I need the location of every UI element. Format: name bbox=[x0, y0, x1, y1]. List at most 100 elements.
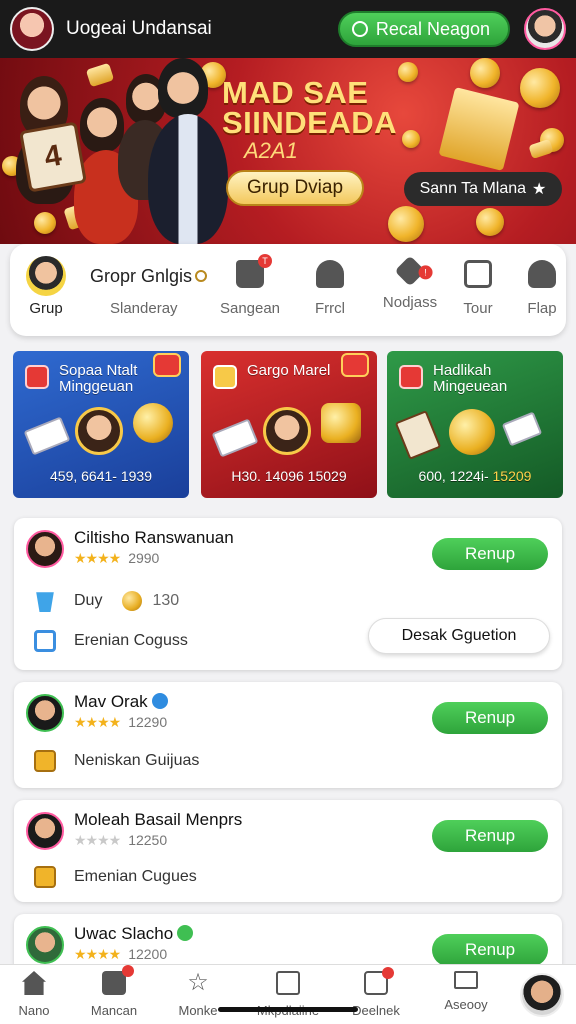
promo-card-1[interactable]: Sopaa Ntalt Minggeuan 459, 6641- 1939 bbox=[13, 351, 189, 498]
treasure-chest-icon bbox=[34, 866, 56, 888]
promo-numbers: 600, 1224i- 15209 bbox=[418, 468, 532, 484]
calendar-icon bbox=[102, 965, 134, 995]
profile-avatar[interactable] bbox=[520, 973, 564, 1017]
verified-icon bbox=[151, 693, 168, 709]
gold-pot-icon bbox=[449, 409, 495, 455]
list-item[interactable]: Mav Orak ★★★★ 12290 Renup Neniskan Guijua… bbox=[14, 682, 562, 788]
user-avatar bbox=[26, 812, 64, 850]
promo-logo-icon bbox=[213, 365, 237, 389]
info-label: Duy bbox=[74, 592, 103, 609]
nav-label: Aseooy bbox=[444, 997, 488, 1012]
rating-stars: ★★★★ 2990 bbox=[74, 550, 160, 566]
info-label: Neniskan Guijuas bbox=[74, 752, 200, 769]
list-item[interactable]: Ciltisho Ranswanuan ★★★★ 2990 Renup Duy 1… bbox=[14, 518, 562, 670]
info-row: Emenian Cugues bbox=[34, 866, 197, 888]
promo-logo-icon bbox=[25, 365, 49, 389]
mahjong-tile-icon bbox=[211, 418, 259, 458]
desak-gguetion-button[interactable]: Desak Gguetion bbox=[368, 618, 550, 654]
renup-button[interactable]: Renup bbox=[432, 934, 548, 966]
category-sub-label[interactable]: Slanderay bbox=[110, 300, 178, 317]
notification-dot bbox=[122, 965, 134, 977]
list-item[interactable]: Moleah Basail Menprs ★★★★ 12250 Renup Eme… bbox=[14, 800, 562, 902]
user-icon bbox=[528, 260, 556, 288]
coin-ring-icon bbox=[195, 270, 208, 282]
info-row: Erenian Coguss bbox=[34, 630, 188, 652]
rating-stars: ★★★★ 12250 bbox=[74, 832, 168, 848]
calendar-icon bbox=[34, 630, 56, 652]
grup-dviap-button[interactable]: Grup Dviap bbox=[226, 170, 364, 206]
banner-subtitle: A2A1 bbox=[244, 138, 298, 163]
promo-title: Hadlikah Mingeuean bbox=[433, 362, 508, 395]
promo-card-3[interactable]: Hadlikah Mingeuean 600, 1224i- 15209 bbox=[387, 351, 563, 498]
user-name-row: Mav Orak bbox=[74, 692, 168, 712]
home-indicator[interactable] bbox=[218, 1007, 358, 1012]
renup-button[interactable]: Renup bbox=[432, 702, 548, 734]
grup-avatar bbox=[26, 256, 66, 296]
promo-logo-icon bbox=[399, 365, 423, 389]
bag-icon: T bbox=[236, 254, 272, 288]
refresh-icon bbox=[351, 21, 368, 37]
category-badge: T bbox=[258, 254, 272, 268]
user-name: Moleah Basail Menprs bbox=[74, 810, 243, 829]
nav-item-aseooy[interactable]: Aseooy bbox=[426, 971, 506, 1012]
promo-banner[interactable]: 4 MAD SAE SIINDEADA A2A1 Grup Dviap Sann… bbox=[0, 58, 576, 244]
user-avatar bbox=[26, 694, 64, 732]
host-avatar bbox=[75, 407, 123, 455]
nav-label: Mancan bbox=[90, 1003, 138, 1018]
gold-bar-icon bbox=[321, 403, 361, 443]
mahjong-tile: 4 bbox=[19, 121, 87, 193]
nav-item-nano[interactable]: Nano bbox=[0, 971, 74, 1018]
verified-icon bbox=[177, 925, 194, 941]
person-desk-icon bbox=[316, 260, 344, 288]
mahjong-tile-icon bbox=[23, 416, 71, 456]
star-icon: ☆ bbox=[187, 969, 209, 996]
nav-item-mancan[interactable]: Mancan bbox=[74, 965, 154, 1018]
recal-neagon-button[interactable]: Recal Neagon bbox=[337, 11, 510, 47]
user-avatar bbox=[26, 926, 64, 964]
promo-badge bbox=[153, 353, 181, 377]
renup-button[interactable]: Renup bbox=[432, 820, 548, 852]
promo-numbers: 459, 6641- 1939 bbox=[50, 468, 152, 484]
category-sangean[interactable]: T Sangean bbox=[210, 254, 290, 317]
promo-card-2[interactable]: Gargo Marel H30. 14096 15029 bbox=[201, 351, 377, 498]
category-label: Frrcl bbox=[315, 300, 345, 317]
banner-title-line2: SIINDEADA bbox=[222, 105, 398, 140]
app-title: Uogeai Undansai bbox=[66, 18, 212, 39]
profile-avatar[interactable] bbox=[10, 7, 54, 51]
banner-title: MAD SAE SIINDEADA bbox=[222, 75, 398, 140]
user-avatar[interactable] bbox=[524, 8, 566, 50]
category-grup[interactable]: Grup bbox=[24, 256, 68, 317]
renup-button[interactable]: Renup bbox=[432, 538, 548, 570]
cup-icon bbox=[36, 592, 54, 612]
gold-box-icon bbox=[34, 750, 56, 772]
briefcase-icon bbox=[364, 967, 394, 995]
banner-title-line1: MAD SAE bbox=[222, 75, 369, 110]
rating-stars: ★★★★ 12290 bbox=[74, 714, 168, 730]
info-label: Erenian Coguss bbox=[74, 632, 188, 649]
category-flap[interactable]: Flap bbox=[502, 260, 576, 317]
host-avatar bbox=[263, 407, 311, 455]
notification-dot bbox=[382, 967, 394, 979]
category-heading: Gropr Gnlgis bbox=[90, 266, 208, 287]
category-label: Flap bbox=[527, 300, 557, 317]
dice-icon bbox=[501, 411, 543, 447]
rating-stars: ★★★★ 12200 bbox=[74, 946, 168, 962]
promo-title: Gargo Marel bbox=[247, 362, 331, 379]
screen-icon bbox=[464, 260, 492, 288]
category-heading-text: Gropr Gnlgis bbox=[90, 266, 193, 286]
banner-chip[interactable]: Sann Ta Mlana ★ bbox=[404, 172, 562, 206]
category-grup-label: Grup bbox=[29, 300, 63, 317]
category-frrcl[interactable]: Frrcl bbox=[290, 260, 370, 317]
laptop-icon bbox=[454, 971, 478, 989]
promo-numbers: H30. 14096 15029 bbox=[231, 468, 347, 484]
category-card: Grup Gropr Gnlgis Slanderay T Sangean Fr… bbox=[10, 244, 566, 336]
top-bar: Uogeai Undansai Recal Neagon bbox=[0, 0, 576, 58]
recal-neagon-label: Recal Neagon bbox=[375, 18, 490, 39]
home-icon bbox=[22, 971, 46, 995]
mahjong-tile-icon bbox=[394, 410, 442, 460]
bottom-nav: Nano Mancan ☆ Monke Mkpdlaiine Deelnek A… bbox=[0, 964, 576, 1024]
gold-coin-icon bbox=[133, 403, 173, 443]
coin-icon bbox=[122, 591, 143, 611]
tag-icon: ! bbox=[394, 255, 433, 287]
user-avatar bbox=[26, 530, 64, 568]
